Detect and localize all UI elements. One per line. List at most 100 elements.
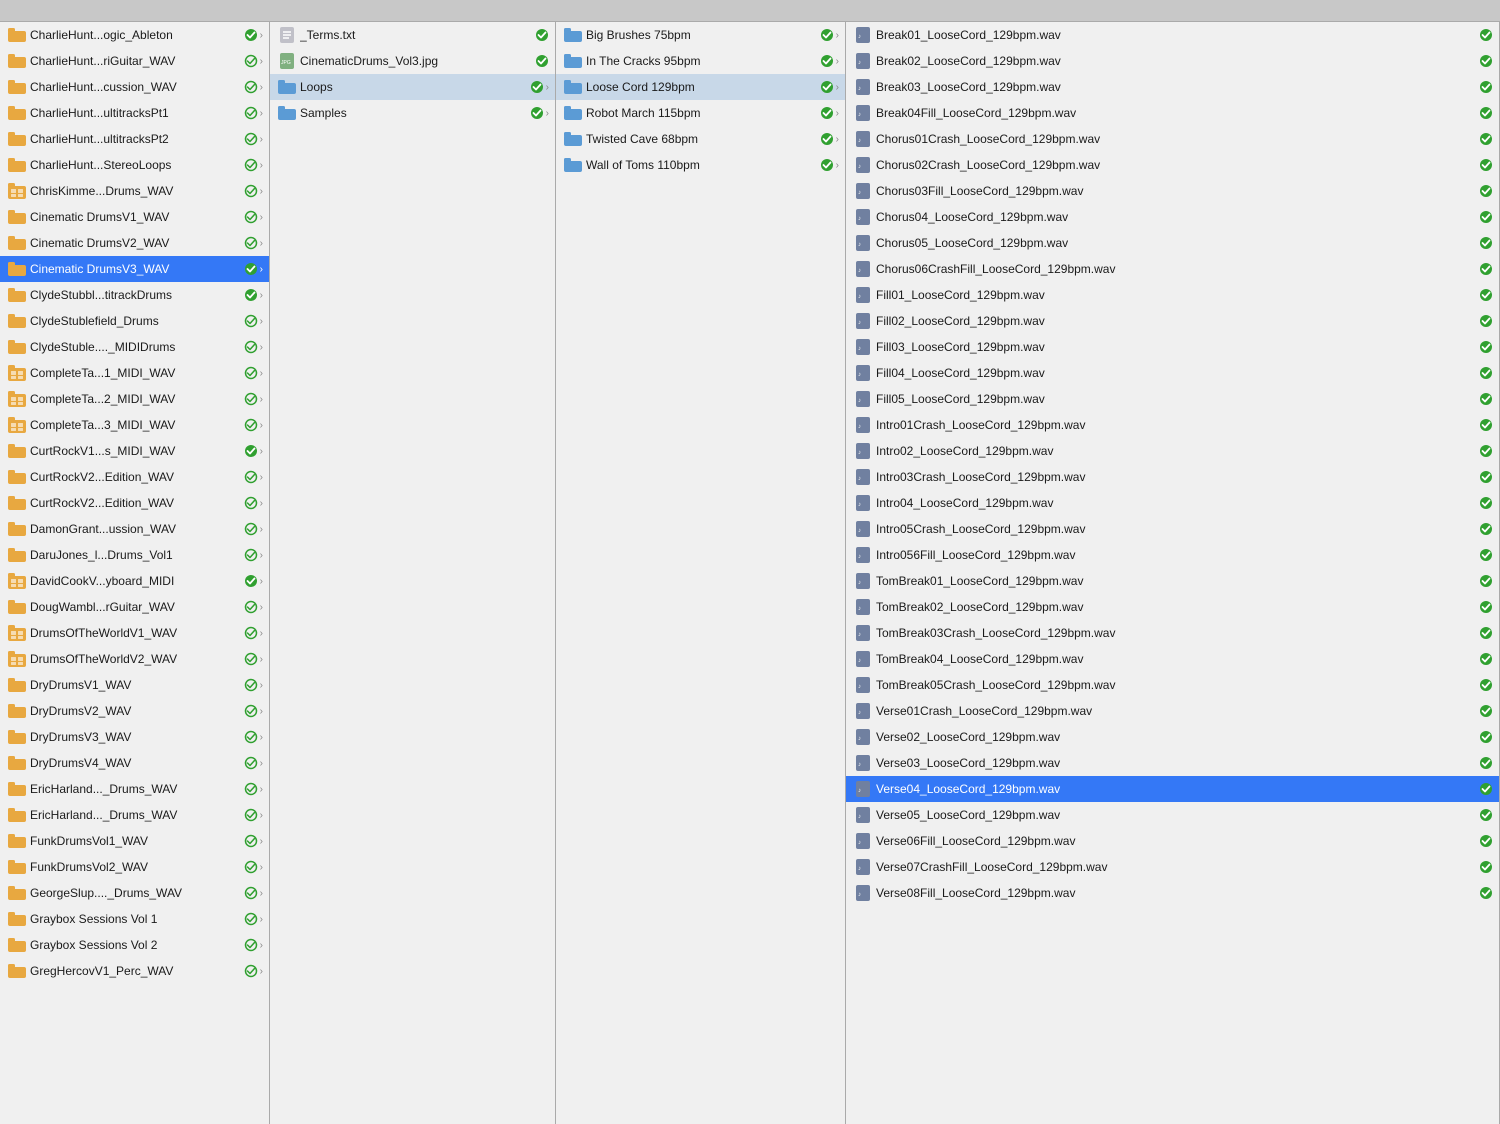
expand-arrow-icon[interactable]: ›	[546, 82, 549, 93]
expand-arrow-icon[interactable]: ›	[260, 784, 263, 795]
list-item[interactable]: ♪ Intro01Crash_LooseCord_129bpm.wav	[846, 412, 1499, 438]
expand-arrow-icon[interactable]: ›	[260, 550, 263, 561]
list-item[interactable]: ♪ Verse05_LooseCord_129bpm.wav	[846, 802, 1499, 828]
expand-arrow-icon[interactable]: ›	[260, 108, 263, 119]
list-item[interactable]: CharlieHunt...ultitracksPt2 ›	[0, 126, 269, 152]
list-item[interactable]: ♪ Verse08Fill_LooseCord_129bpm.wav	[846, 880, 1499, 906]
list-item[interactable]: ♪ Chorus02Crash_LooseCord_129bpm.wav	[846, 152, 1499, 178]
list-item[interactable]: DavidCookV...yboard_MIDI ›	[0, 568, 269, 594]
expand-arrow-icon[interactable]: ›	[260, 394, 263, 405]
expand-arrow-icon[interactable]: ›	[260, 628, 263, 639]
list-item[interactable]: ♪ Break01_LooseCord_129bpm.wav	[846, 22, 1499, 48]
list-item[interactable]: DamonGrant...ussion_WAV ›	[0, 516, 269, 542]
list-item[interactable]: ClydeStubbl...titrackDrums ›	[0, 282, 269, 308]
list-item[interactable]: ♪ Verse03_LooseCord_129bpm.wav	[846, 750, 1499, 776]
list-item[interactable]: ♪ Fill03_LooseCord_129bpm.wav	[846, 334, 1499, 360]
list-item[interactable]: ClydeStublefield_Drums ›	[0, 308, 269, 334]
expand-arrow-icon[interactable]: ›	[260, 264, 263, 275]
expand-arrow-icon[interactable]: ›	[260, 134, 263, 145]
list-item[interactable]: Loose Cord 129bpm ›	[556, 74, 845, 100]
list-item[interactable]: ♪ Fill05_LooseCord_129bpm.wav	[846, 386, 1499, 412]
expand-arrow-icon[interactable]: ›	[260, 888, 263, 899]
list-item[interactable]: Graybox Sessions Vol 1 ›	[0, 906, 269, 932]
expand-arrow-icon[interactable]: ›	[260, 420, 263, 431]
list-item[interactable]: Cinematic DrumsV1_WAV ›	[0, 204, 269, 230]
list-item[interactable]: Graybox Sessions Vol 2 ›	[0, 932, 269, 958]
list-item[interactable]: ♪ TomBreak01_LooseCord_129bpm.wav	[846, 568, 1499, 594]
expand-arrow-icon[interactable]: ›	[260, 56, 263, 67]
expand-arrow-icon[interactable]: ›	[260, 30, 263, 41]
list-item[interactable]: Samples ›	[270, 100, 555, 126]
list-item[interactable]: ♪ TomBreak05Crash_LooseCord_129bpm.wav	[846, 672, 1499, 698]
list-item[interactable]: CharlieHunt...StereoLoops ›	[0, 152, 269, 178]
list-item[interactable]: GeorgeSlup...._Drums_WAV ›	[0, 880, 269, 906]
expand-arrow-icon[interactable]: ›	[836, 160, 839, 171]
expand-arrow-icon[interactable]: ›	[260, 810, 263, 821]
list-item[interactable]: ♪ Verse07CrashFill_LooseCord_129bpm.wav	[846, 854, 1499, 880]
list-item[interactable]: ♪ Intro056Fill_LooseCord_129bpm.wav	[846, 542, 1499, 568]
list-item[interactable]: DrumsOfTheWorldV1_WAV ›	[0, 620, 269, 646]
list-item[interactable]: ♪ Verse02_LooseCord_129bpm.wav	[846, 724, 1499, 750]
list-item[interactable]: ♪ Intro03Crash_LooseCord_129bpm.wav	[846, 464, 1499, 490]
list-item[interactable]: CharlieHunt...ultitracksPt1 ›	[0, 100, 269, 126]
list-item[interactable]: ♪ TomBreak02_LooseCord_129bpm.wav	[846, 594, 1499, 620]
list-item[interactable]: CharlieHunt...cussion_WAV ›	[0, 74, 269, 100]
list-item[interactable]: DougWambl...rGuitar_WAV ›	[0, 594, 269, 620]
list-item[interactable]: ♪ Verse04_LooseCord_129bpm.wav	[846, 776, 1499, 802]
list-item[interactable]: _Terms.txt	[270, 22, 555, 48]
expand-arrow-icon[interactable]: ›	[260, 966, 263, 977]
expand-arrow-icon[interactable]: ›	[260, 446, 263, 457]
list-item[interactable]: CurtRockV1...s_MIDI_WAV ›	[0, 438, 269, 464]
expand-arrow-icon[interactable]: ›	[260, 368, 263, 379]
expand-arrow-icon[interactable]: ›	[836, 134, 839, 145]
list-item[interactable]: DryDrumsV1_WAV ›	[0, 672, 269, 698]
list-item[interactable]: CurtRockV2...Edition_WAV ›	[0, 464, 269, 490]
expand-arrow-icon[interactable]: ›	[260, 576, 263, 587]
list-item[interactable]: ♪ Chorus05_LooseCord_129bpm.wav	[846, 230, 1499, 256]
list-item[interactable]: CurtRockV2...Edition_WAV ›	[0, 490, 269, 516]
expand-arrow-icon[interactable]: ›	[260, 940, 263, 951]
list-item[interactable]: ♪ Chorus03Fill_LooseCord_129bpm.wav	[846, 178, 1499, 204]
list-item[interactable]: DryDrumsV4_WAV ›	[0, 750, 269, 776]
list-item[interactable]: ♪ TomBreak04_LooseCord_129bpm.wav	[846, 646, 1499, 672]
list-item[interactable]: ♪ Intro04_LooseCord_129bpm.wav	[846, 490, 1499, 516]
list-item[interactable]: ♪ Fill01_LooseCord_129bpm.wav	[846, 282, 1499, 308]
list-item[interactable]: ClydeStuble...._MIDIDrums ›	[0, 334, 269, 360]
expand-arrow-icon[interactable]: ›	[260, 212, 263, 223]
list-item[interactable]: Cinematic DrumsV2_WAV ›	[0, 230, 269, 256]
list-item[interactable]: ♪ Verse06Fill_LooseCord_129bpm.wav	[846, 828, 1499, 854]
expand-arrow-icon[interactable]: ›	[260, 186, 263, 197]
list-item[interactable]: JPG CinematicDrums_Vol3.jpg	[270, 48, 555, 74]
list-item[interactable]: ♪ Verse01Crash_LooseCord_129bpm.wav	[846, 698, 1499, 724]
list-item[interactable]: DryDrumsV3_WAV ›	[0, 724, 269, 750]
expand-arrow-icon[interactable]: ›	[260, 472, 263, 483]
list-item[interactable]: CompleteTa...3_MIDI_WAV ›	[0, 412, 269, 438]
list-item[interactable]: ♪ Break04Fill_LooseCord_129bpm.wav	[846, 100, 1499, 126]
expand-arrow-icon[interactable]: ›	[836, 30, 839, 41]
expand-arrow-icon[interactable]: ›	[260, 316, 263, 327]
list-item[interactable]: ♪ Fill02_LooseCord_129bpm.wav	[846, 308, 1499, 334]
expand-arrow-icon[interactable]: ›	[260, 602, 263, 613]
list-item[interactable]: Cinematic DrumsV3_WAV ›	[0, 256, 269, 282]
list-item[interactable]: ♪ Intro02_LooseCord_129bpm.wav	[846, 438, 1499, 464]
list-item[interactable]: Robot March 115bpm ›	[556, 100, 845, 126]
list-item[interactable]: CompleteTa...2_MIDI_WAV ›	[0, 386, 269, 412]
list-item[interactable]: ♪ Break03_LooseCord_129bpm.wav	[846, 74, 1499, 100]
expand-arrow-icon[interactable]: ›	[260, 654, 263, 665]
list-item[interactable]: DryDrumsV2_WAV ›	[0, 698, 269, 724]
list-item[interactable]: Big Brushes 75bpm ›	[556, 22, 845, 48]
list-item[interactable]: ♪ Intro05Crash_LooseCord_129bpm.wav	[846, 516, 1499, 542]
expand-arrow-icon[interactable]: ›	[260, 862, 263, 873]
list-item[interactable]: DrumsOfTheWorldV2_WAV ›	[0, 646, 269, 672]
expand-arrow-icon[interactable]: ›	[260, 160, 263, 171]
list-item[interactable]: Loops ›	[270, 74, 555, 100]
panel-3-scroll[interactable]: Big Brushes 75bpm › In The Cracks 95bpm …	[556, 22, 845, 1124]
expand-arrow-icon[interactable]: ›	[260, 238, 263, 249]
expand-arrow-icon[interactable]: ›	[260, 758, 263, 769]
list-item[interactable]: CharlieHunt...riGuitar_WAV ›	[0, 48, 269, 74]
list-item[interactable]: ♪ Chorus04_LooseCord_129bpm.wav	[846, 204, 1499, 230]
expand-arrow-icon[interactable]: ›	[260, 524, 263, 535]
list-item[interactable]: CompleteTa...1_MIDI_WAV ›	[0, 360, 269, 386]
list-item[interactable]: Wall of Toms 110bpm ›	[556, 152, 845, 178]
expand-arrow-icon[interactable]: ›	[260, 82, 263, 93]
